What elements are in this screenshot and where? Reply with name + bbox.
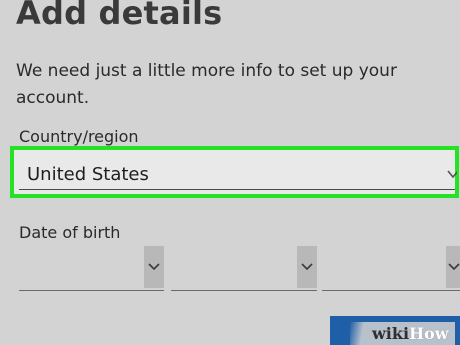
country-select-field[interactable]: United States: [19, 153, 457, 190]
wikihow-watermark: wikiHow: [350, 322, 455, 345]
watermark-how-text: How: [409, 324, 449, 343]
birth-month-select[interactable]: [19, 246, 164, 291]
page-title: Add details: [16, 0, 223, 32]
country-select[interactable]: United States: [10, 146, 459, 198]
watermark-wiki-text: wiki: [372, 324, 410, 343]
country-label: Country/region: [19, 127, 139, 146]
chevron-down-icon[interactable]: [144, 246, 164, 288]
chevron-down-icon[interactable]: [446, 246, 460, 288]
chevron-down-icon[interactable]: [447, 162, 457, 186]
country-value: United States: [27, 164, 149, 185]
date-of-birth-label: Date of birth: [19, 223, 121, 242]
birth-day-select[interactable]: [171, 246, 317, 291]
description-text: We need just a little more info to set u…: [16, 61, 397, 108]
birth-year-select[interactable]: [322, 246, 460, 291]
chevron-down-icon[interactable]: [297, 246, 317, 288]
